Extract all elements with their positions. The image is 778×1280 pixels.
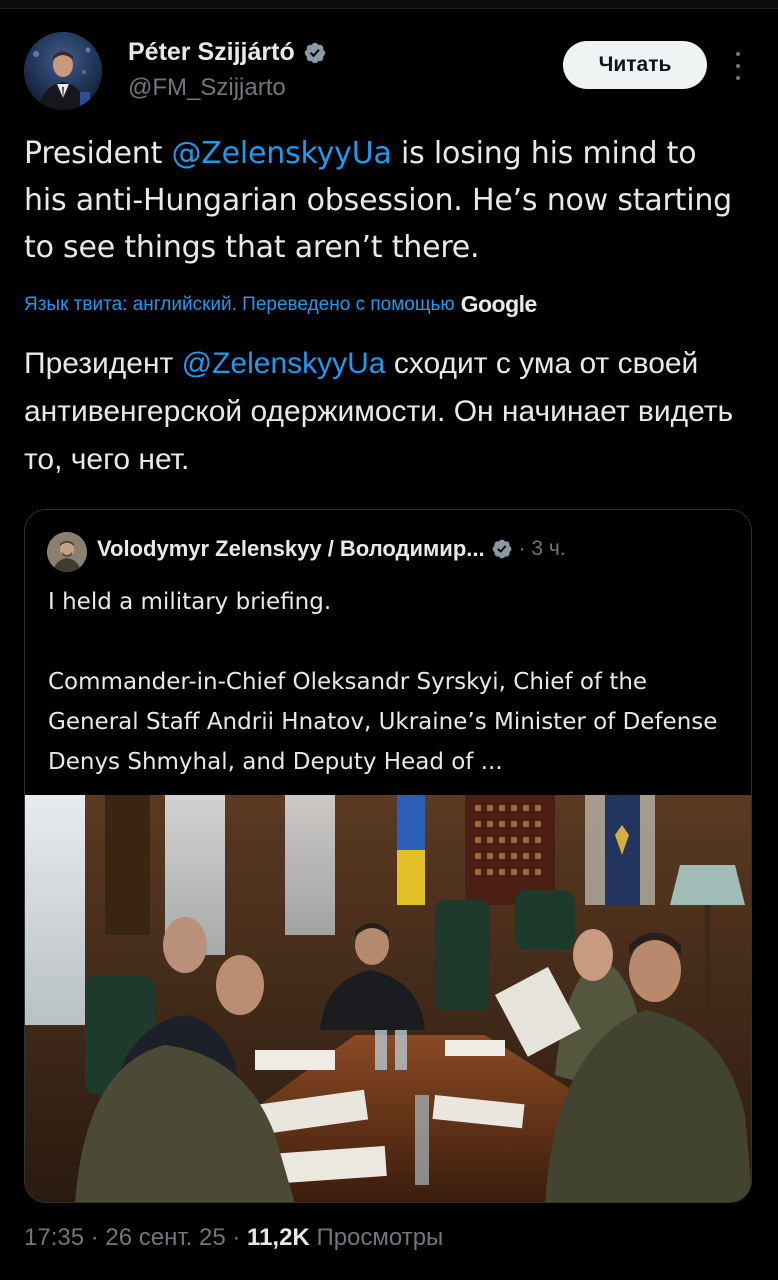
tweet-text: President @ZelenskyyUa is losing his min… [24,130,744,271]
translated-mention-link[interactable]: @ZelenskyyUa [182,347,386,380]
author-handle[interactable]: @FM_Szijjarto [128,74,286,102]
quoted-tweet-photo[interactable] [25,795,751,1202]
top-divider [0,0,778,9]
tweet-date[interactable]: 26 сент. 25 [105,1224,225,1251]
tweet-time[interactable]: 17:35 [24,1224,84,1251]
author-avatar[interactable] [24,32,102,110]
author-name[interactable]: Péter Szijjártó [128,38,295,67]
translated-text-part1: Президент [24,347,182,380]
author-name-row[interactable]: Péter Szijjártó [128,38,327,67]
quoted-tweet-card[interactable]: Volodymyr Zelenskyy / Володимир... · 3 ч… [24,509,752,1203]
google-logo: Google [460,291,538,317]
quoted-author-name[interactable]: Volodymyr Zelenskyy / Володимир... [97,536,485,562]
footer-separator: · [84,1224,106,1251]
quoted-tweet-paragraph: Commander-in-Chief Oleksandr Syrskyi, Ch… [48,669,718,775]
quoted-tweet-header[interactable]: Volodymyr Zelenskyy / Володимир... · 3 ч… [97,536,566,562]
verified-badge-icon [304,42,325,63]
translation-note[interactable]: Язык твита: английский. Переведено с пом… [24,291,754,318]
tweet-footer: 17:35 · 26 сент. 25 · 11,2K Просмотры [24,1224,443,1252]
more-options-icon[interactable] [732,52,744,80]
translation-note-text[interactable]: Язык твита: английский. Переведено с пом… [24,294,455,316]
quoted-tweet-text: I held a military briefing. Commander-in… [48,582,738,782]
quoted-tweet-time: · 3 ч. [518,537,566,560]
views-count[interactable]: 11,2K [247,1224,310,1251]
footer-separator: · [225,1224,248,1251]
read-button[interactable]: Читать [563,41,707,89]
quoted-tweet-paragraph: I held a military briefing. [48,589,332,615]
views-label[interactable]: Просмотры [316,1224,443,1251]
translated-text: Президент @ZelenskyyUa сходит с ума от с… [24,340,754,484]
quoted-author-avatar[interactable] [47,532,87,572]
quoted-verified-badge-icon [492,539,511,559]
tweet-text-part1: President [24,136,172,171]
mention-link[interactable]: @ZelenskyyUa [171,136,391,171]
